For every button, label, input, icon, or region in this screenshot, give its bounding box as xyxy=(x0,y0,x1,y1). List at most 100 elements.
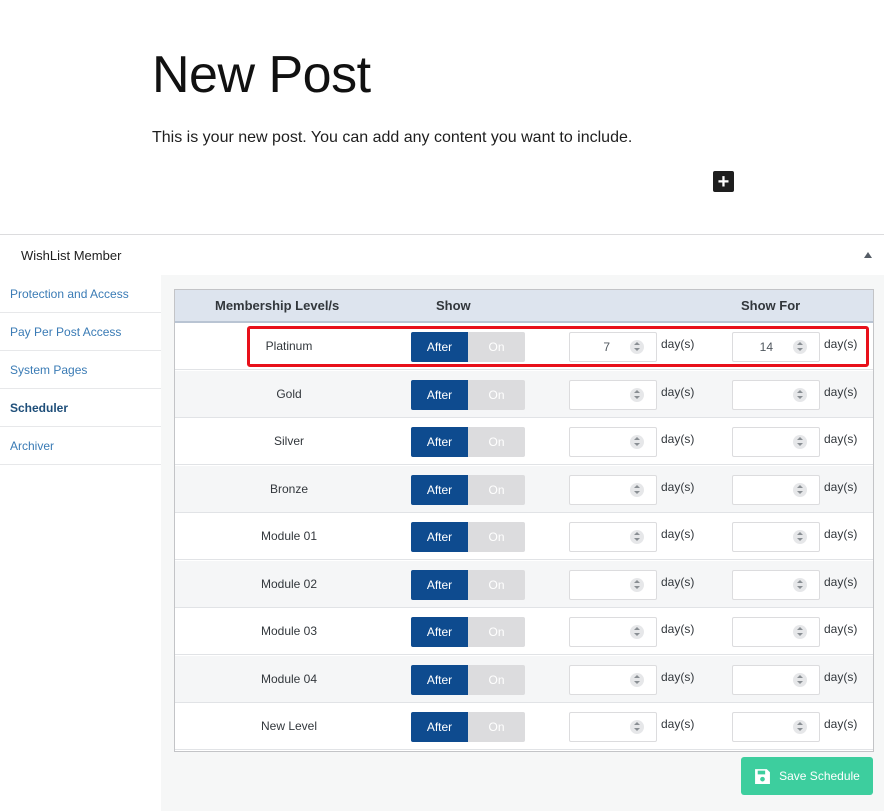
stepper-icon[interactable] xyxy=(793,625,807,639)
header-show-for: Show For xyxy=(741,298,801,313)
stepper-icon[interactable] xyxy=(630,435,644,449)
show-after-days-input[interactable] xyxy=(569,474,657,505)
table-row: Module 02 After On day(s) day(s) xyxy=(175,560,873,608)
table-row: Module 04 After On day(s) day(s) xyxy=(175,655,873,703)
stepper-icon[interactable] xyxy=(630,577,644,592)
membership-level-name: Gold xyxy=(276,386,302,401)
toggle-after-option[interactable]: After xyxy=(411,474,468,505)
toggle-on-option[interactable]: On xyxy=(468,474,525,505)
stepper-icon[interactable] xyxy=(630,340,644,354)
toggle-after-option[interactable]: After xyxy=(411,664,468,695)
scheduler-table: Membership Level/s Show Show For Platinu… xyxy=(174,289,874,752)
membership-level-name: Platinum xyxy=(265,339,313,353)
toggle-after-option[interactable]: After xyxy=(411,522,468,552)
stepper-icon[interactable] xyxy=(793,577,807,592)
stepper-icon[interactable] xyxy=(630,482,644,497)
show-for-unit: day(s) xyxy=(824,337,858,351)
toggle-on-option[interactable]: On xyxy=(468,569,525,600)
nav-item-archiver[interactable]: Archiver xyxy=(0,427,161,465)
stepper-icon[interactable] xyxy=(630,387,644,402)
toggle-on-option[interactable]: On xyxy=(468,379,525,410)
show-mode-toggle[interactable]: After On xyxy=(411,569,525,600)
show-for-days-input[interactable] xyxy=(732,712,820,742)
stepper-icon[interactable] xyxy=(793,387,807,402)
nav-item-system-pages[interactable]: System Pages xyxy=(0,351,161,389)
add-block-button[interactable]: + xyxy=(713,171,734,192)
toggle-after-option[interactable]: After xyxy=(411,712,468,742)
show-mode-toggle[interactable]: After On xyxy=(411,712,525,742)
show-mode-toggle[interactable]: After On xyxy=(411,427,525,457)
table-row: Bronze After On day(s) day(s) xyxy=(175,465,873,513)
plus-icon: + xyxy=(717,170,730,193)
stepper-icon[interactable] xyxy=(793,720,807,734)
show-after-days-input[interactable] xyxy=(569,617,657,647)
show-after-unit: day(s) xyxy=(661,527,695,541)
show-after-days-input[interactable] xyxy=(569,427,657,457)
show-after-days-input[interactable] xyxy=(569,664,657,695)
show-for-days-input[interactable] xyxy=(732,474,820,505)
toggle-on-option[interactable]: On xyxy=(468,332,525,362)
table-header: Membership Level/s Show Show For xyxy=(175,290,873,323)
show-for-days-input[interactable] xyxy=(732,379,820,410)
stepper-icon[interactable] xyxy=(793,672,807,687)
stepper-icon[interactable] xyxy=(630,530,644,544)
post-body-paragraph[interactable]: This is your new post. You can add any c… xyxy=(152,128,632,148)
toggle-after-option[interactable]: After xyxy=(411,379,468,410)
show-after-days-input[interactable] xyxy=(569,379,657,410)
toggle-on-option[interactable]: On xyxy=(468,427,525,457)
toggle-after-option[interactable]: After xyxy=(411,332,468,362)
show-mode-toggle[interactable]: After On xyxy=(411,664,525,695)
show-after-unit: day(s) xyxy=(661,432,695,446)
toggle-on-option[interactable]: On xyxy=(468,617,525,647)
table-row: Platinum After On 7 day(s) 14 day(s) xyxy=(175,323,873,370)
show-mode-toggle[interactable]: After On xyxy=(411,522,525,552)
show-for-unit: day(s) xyxy=(824,574,858,589)
show-after-unit: day(s) xyxy=(661,574,695,589)
stepper-icon[interactable] xyxy=(793,435,807,449)
toggle-after-option[interactable]: After xyxy=(411,569,468,600)
stepper-icon[interactable] xyxy=(793,482,807,497)
membership-level-name: Bronze xyxy=(269,481,309,496)
post-title[interactable]: New Post xyxy=(152,44,371,106)
show-for-days-input[interactable] xyxy=(732,522,820,552)
stepper-icon[interactable] xyxy=(630,672,644,687)
save-schedule-button[interactable]: Save Schedule xyxy=(741,757,873,795)
table-row: Module 01 After On day(s) day(s) xyxy=(175,513,873,560)
show-after-days-input[interactable] xyxy=(569,569,657,600)
show-for-days-input[interactable] xyxy=(732,617,820,647)
show-mode-toggle[interactable]: After On xyxy=(411,332,525,362)
toggle-after-option[interactable]: After xyxy=(411,617,468,647)
show-mode-toggle[interactable]: After On xyxy=(411,379,525,410)
stepper-icon[interactable] xyxy=(630,625,644,639)
toggle-on-option[interactable]: On xyxy=(468,712,525,742)
show-after-days-input[interactable] xyxy=(569,712,657,742)
show-mode-toggle[interactable]: After On xyxy=(411,474,525,505)
show-mode-toggle[interactable]: After On xyxy=(411,617,525,647)
save-button-label: Save Schedule xyxy=(779,769,860,783)
show-after-days-input[interactable]: 7 xyxy=(569,332,657,362)
stepper-icon[interactable] xyxy=(793,530,807,544)
show-after-days-value: 7 xyxy=(603,340,610,354)
toggle-on-option[interactable]: On xyxy=(468,664,525,695)
toggle-on-option[interactable]: On xyxy=(468,522,525,552)
show-for-days-input[interactable]: 14 xyxy=(732,332,820,362)
membership-level-name: Module 01 xyxy=(260,529,318,543)
table-row: Silver After On day(s) day(s) xyxy=(175,418,873,465)
metabox-side-nav: Protection and Access Pay Per Post Acces… xyxy=(0,275,162,811)
wishlist-metabox-header[interactable]: WishList Member xyxy=(0,234,884,275)
toggle-after-option[interactable]: After xyxy=(411,427,468,457)
show-after-days-input[interactable] xyxy=(569,522,657,552)
nav-item-pay-per-post-access[interactable]: Pay Per Post Access xyxy=(0,313,161,351)
show-for-days-input[interactable] xyxy=(732,569,820,600)
stepper-icon[interactable] xyxy=(630,720,644,734)
nav-item-scheduler[interactable]: Scheduler xyxy=(0,389,161,427)
show-for-days-input[interactable] xyxy=(732,427,820,457)
stepper-icon[interactable] xyxy=(793,340,807,354)
show-for-unit: day(s) xyxy=(824,622,858,636)
collapse-arrow-icon[interactable] xyxy=(864,252,872,258)
post-editor: New Post This is your new post. You can … xyxy=(0,0,884,234)
nav-item-protection-and-access[interactable]: Protection and Access xyxy=(0,275,161,313)
show-for-days-input[interactable] xyxy=(732,664,820,695)
metabox-title: WishList Member xyxy=(21,248,122,263)
show-after-unit: day(s) xyxy=(661,669,695,684)
